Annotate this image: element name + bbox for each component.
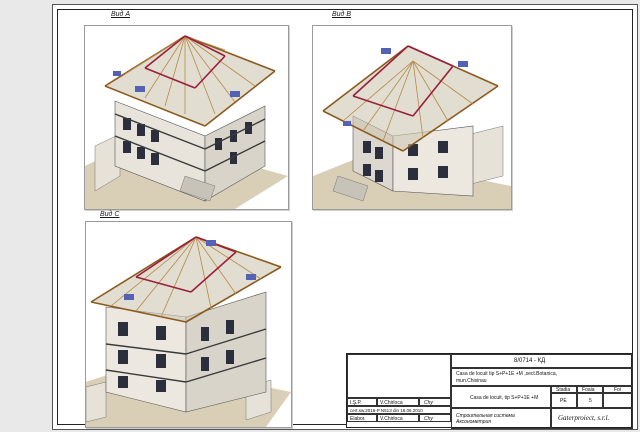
stadia-value: PE — [560, 398, 567, 404]
house-render-b — [313, 45, 511, 209]
company-name: Gaterproiect, s.r.l. — [558, 414, 610, 422]
project-title: Casa de locuit tip S+P+1E +M ,sect.Botan… — [456, 371, 558, 377]
title-block: 8/0714 - КД Casa de locuit tip S+P+1E +M… — [346, 353, 633, 429]
project-title-cell: Casa de locuit tip S+P+1E +M ,sect.Botan… — [451, 368, 633, 386]
project-code: 8/0714 - КД — [514, 358, 546, 364]
project-code-cell: 8/0714 - КД — [451, 354, 633, 368]
foaia-value: 5 — [589, 398, 592, 404]
view-b-label: Вид В — [332, 11, 352, 18]
view-b-render — [312, 25, 512, 210]
drawing-subtitle: Аксонометрия — [456, 419, 491, 425]
license-note: cert.sw.2016-P N513 din 16.06.2010 — [350, 408, 423, 413]
revision-grid — [347, 354, 451, 398]
sheet-title-cell: Casa de locuit, tip S+P+1E +M — [451, 386, 551, 408]
view-a-label: Вид А — [111, 11, 131, 18]
view-c-label: Вид С — [100, 211, 120, 218]
drawing-name-cell: Строительная система Аксонометрия — [451, 408, 551, 429]
row2-role: Elabor. — [350, 416, 366, 422]
project-location: mun.Chisinau — [456, 378, 487, 384]
house-render-a — [85, 35, 288, 209]
row2-signature: Chy — [424, 416, 433, 422]
sheet-title: Casa de locuit, tip S+P+1E +M — [470, 395, 539, 401]
view-c-render — [85, 221, 292, 428]
house-render-c — [86, 236, 291, 427]
company-cell: Gaterproiect, s.r.l. — [551, 408, 633, 429]
view-a-render — [84, 25, 289, 210]
row2-name: V.Chirloca — [380, 416, 403, 422]
